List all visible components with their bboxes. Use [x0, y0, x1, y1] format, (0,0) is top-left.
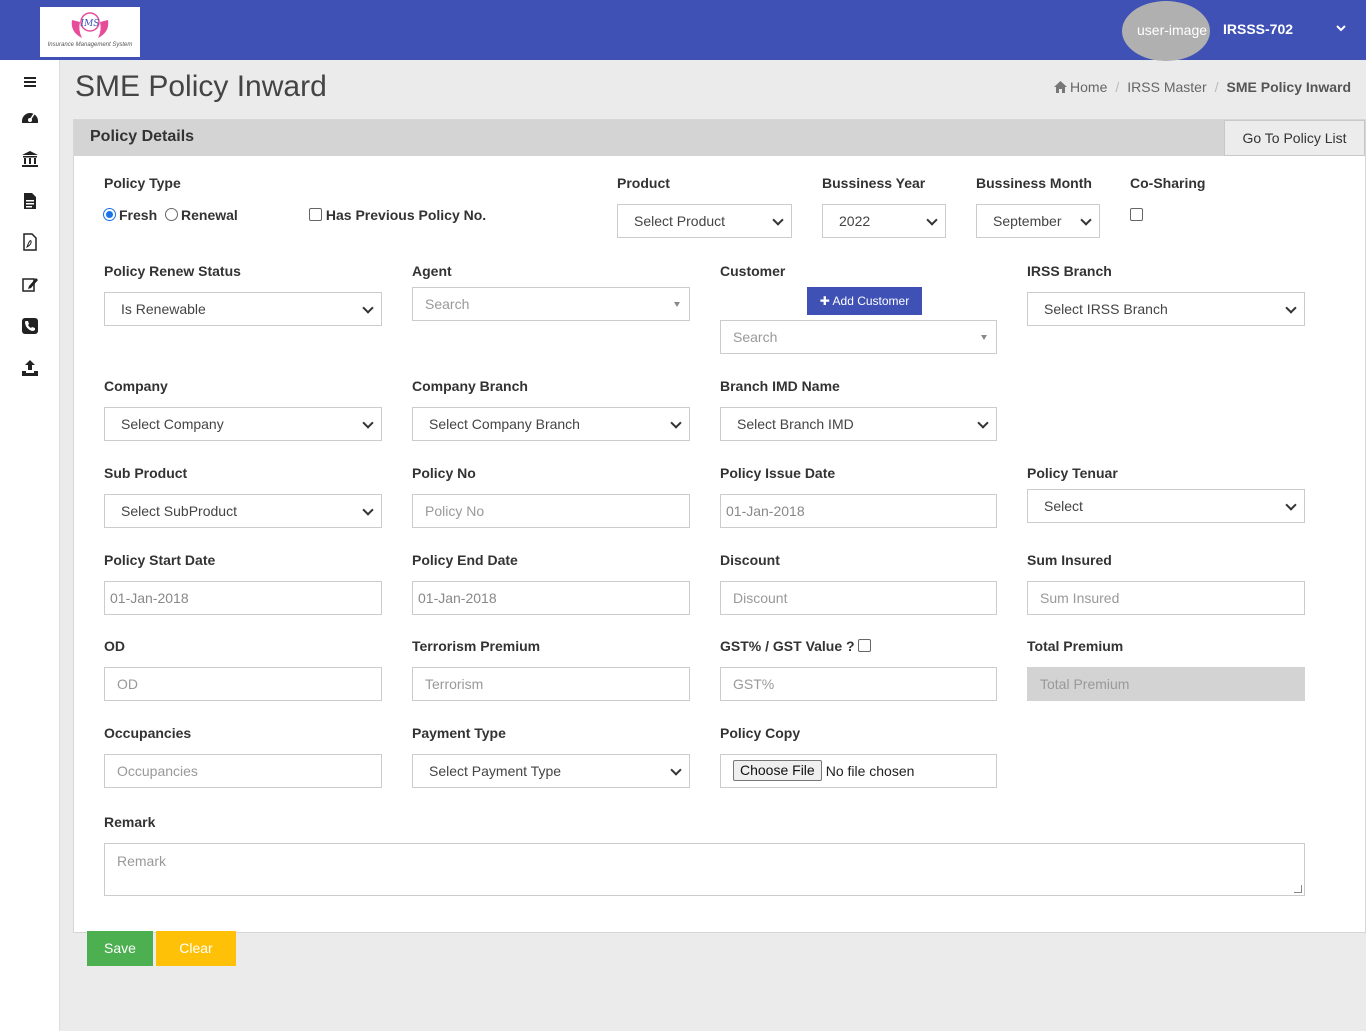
sub-product-label: Sub Product [104, 465, 188, 481]
breadcrumb-current: SME Policy Inward [1226, 79, 1351, 95]
policy-type-radios: Fresh Renewal [103, 207, 238, 223]
sum-insured-label: Sum Insured [1027, 552, 1112, 568]
policy-type-label: Policy Type [104, 175, 181, 191]
sub-product-select[interactable]: Select SubProduct [104, 494, 382, 528]
irss-branch-label: IRSS Branch [1027, 263, 1112, 279]
occupancies-input[interactable]: Occupancies [104, 754, 382, 788]
policy-no-input[interactable]: Policy No [412, 494, 690, 528]
payment-type-select[interactable]: Select Payment Type [412, 754, 690, 788]
renew-status-select[interactable]: Is Renewable [104, 292, 382, 326]
total-premium-input: Total Premium [1027, 667, 1305, 701]
product-label: Product [617, 175, 670, 191]
branch-imd-select[interactable]: Select Branch IMD [720, 407, 997, 441]
has-previous-policy-field: Has Previous Policy No. [309, 207, 486, 223]
start-date-input[interactable]: 01-Jan-2018 [104, 581, 382, 615]
co-sharing-label: Co-Sharing [1130, 175, 1206, 191]
payment-type-label: Payment Type [412, 725, 506, 741]
renewal-radio-label[interactable]: Renewal [181, 207, 238, 223]
pdf-icon[interactable] [21, 233, 39, 251]
customer-search-select[interactable]: Search [720, 320, 997, 354]
branch-imd-label: Branch IMD Name [720, 378, 840, 394]
add-customer-button[interactable]: ✚ Add Customer [807, 287, 922, 315]
menu-icon[interactable] [21, 73, 39, 91]
dashboard-icon[interactable] [21, 108, 39, 126]
company-select[interactable]: Select Company [104, 407, 382, 441]
issue-date-label: Policy Issue Date [720, 465, 836, 481]
agent-label: Agent [412, 263, 452, 279]
save-button[interactable]: Save [87, 931, 153, 966]
business-year-label: Bussiness Year [822, 175, 926, 191]
file-status: No file chosen [825, 763, 915, 779]
co-sharing-checkbox[interactable] [1130, 208, 1143, 221]
end-date-input[interactable]: 01-Jan-2018 [412, 581, 690, 615]
agent-search-select[interactable]: Search [412, 287, 690, 321]
end-date-label: Policy End Date [412, 552, 518, 568]
plus-icon: ✚ [819, 294, 833, 308]
add-customer-label: Add Customer [832, 294, 910, 308]
policy-no-label: Policy No [412, 465, 476, 481]
occupancies-label: Occupancies [104, 725, 192, 741]
has-previous-policy-label[interactable]: Has Previous Policy No. [326, 207, 486, 223]
terrorism-label: Terrorism Premium [412, 638, 541, 654]
business-year-select[interactable]: 2022 [822, 204, 946, 238]
product-select[interactable]: Select Product [617, 204, 792, 238]
avatar[interactable]: user-image [1122, 1, 1210, 61]
chevron-down-icon[interactable] [1335, 22, 1347, 34]
fresh-radio-label[interactable]: Fresh [119, 207, 157, 223]
sum-insured-input[interactable]: Sum Insured [1027, 581, 1305, 615]
edit-icon[interactable] [21, 275, 39, 293]
card-title: Policy Details [90, 128, 195, 145]
policy-copy-label: Policy Copy [720, 725, 801, 741]
business-month-select[interactable]: September [976, 204, 1100, 238]
discount-input[interactable]: Discount [720, 581, 997, 615]
clear-button[interactable]: Clear [156, 931, 236, 966]
company-branch-label: Company Branch [412, 378, 528, 394]
renewal-radio[interactable] [165, 208, 179, 221]
logo-tagline: Insurance Management System [47, 42, 133, 48]
svg-text:IMS: IMS [80, 19, 100, 29]
breadcrumb-parent[interactable]: IRSS Master [1127, 79, 1206, 95]
bank-icon[interactable] [21, 150, 39, 168]
upload-icon[interactable] [21, 359, 39, 377]
issue-date-input[interactable]: 01-Jan-2018 [720, 494, 997, 528]
phone-icon[interactable] [21, 317, 39, 335]
user-name[interactable]: IRSSS-702 [1223, 21, 1293, 37]
renew-status-label: Policy Renew Status [104, 263, 241, 279]
gst-field-label: GST% / GST Value ? [720, 638, 872, 654]
app-logo[interactable]: IMS Insurance Management System [40, 7, 140, 57]
page-title: SME Policy Inward [75, 70, 327, 103]
hands-logo-icon: IMS [71, 12, 109, 38]
terrorism-input[interactable]: Terrorism [412, 667, 690, 701]
tenure-select[interactable]: Select [1027, 489, 1305, 523]
card-header: Policy Details Go To Policy List [74, 120, 1365, 156]
remark-label: Remark [104, 814, 156, 830]
gst-input[interactable]: GST% [720, 667, 997, 701]
breadcrumb: Home / IRSS Master / SME Policy Inward [1054, 79, 1351, 95]
customer-label: Customer [720, 263, 786, 279]
gst-label: GST% / GST Value ? [720, 638, 855, 654]
breadcrumb-home[interactable]: Home [1070, 79, 1107, 95]
document-icon[interactable] [21, 192, 39, 210]
od-input[interactable]: OD [104, 667, 382, 701]
fresh-radio[interactable] [103, 208, 116, 221]
policy-copy-file-input[interactable]: Choose File No file chosen [720, 754, 997, 788]
sidebar [0, 60, 60, 1031]
remark-textarea[interactable]: Remark [104, 843, 1305, 896]
choose-file-button[interactable]: Choose File [733, 760, 822, 781]
total-premium-label: Total Premium [1027, 638, 1124, 654]
gst-value-checkbox[interactable] [858, 639, 872, 652]
home-icon[interactable] [1054, 81, 1068, 93]
has-previous-policy-checkbox[interactable] [309, 208, 322, 221]
company-branch-select[interactable]: Select Company Branch [412, 407, 690, 441]
irss-branch-select[interactable]: Select IRSS Branch [1027, 292, 1305, 326]
business-month-label: Bussiness Month [976, 175, 1092, 191]
tenure-label: Policy Tenuar [1027, 465, 1118, 481]
discount-label: Discount [720, 552, 780, 568]
company-label: Company [104, 378, 168, 394]
top-navbar: IMS Insurance Management System user-ima… [0, 0, 1366, 61]
od-label: OD [104, 638, 125, 654]
go-to-policy-list-button[interactable]: Go To Policy List [1224, 120, 1365, 156]
start-date-label: Policy Start Date [104, 552, 216, 568]
